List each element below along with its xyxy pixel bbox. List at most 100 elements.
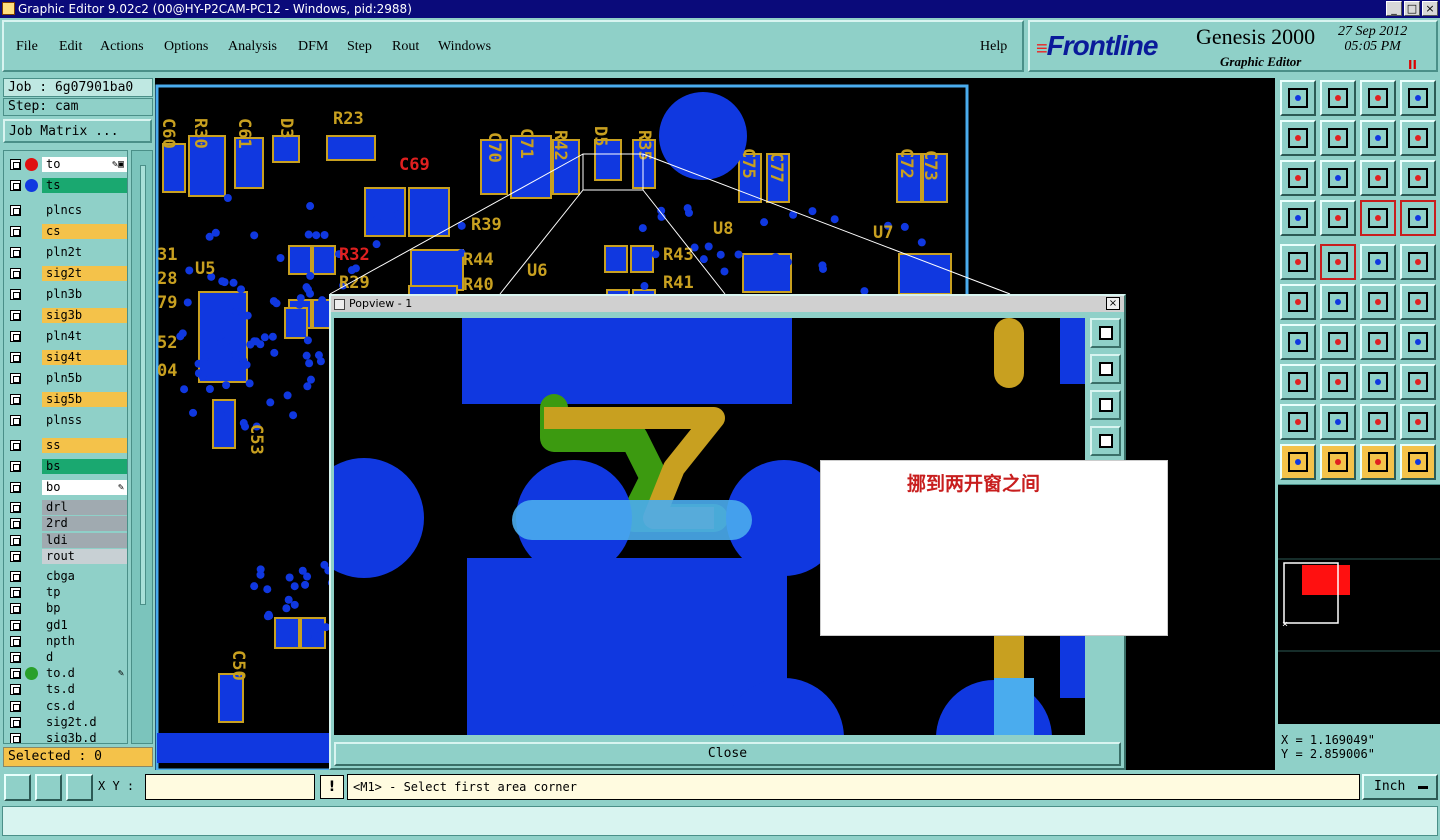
layer-name[interactable]: ss [42, 438, 127, 453]
layer-row-ts[interactable]: ts [8, 178, 127, 193]
grid-icon[interactable] [66, 774, 93, 801]
triangle-d-icon[interactable] [1400, 404, 1436, 440]
job-matrix-button[interactable]: Job Matrix ... [3, 119, 152, 143]
layer-name[interactable]: bs [42, 459, 127, 474]
house-icon[interactable] [1360, 80, 1396, 116]
layer-checkbox[interactable] [10, 180, 21, 191]
popview-home-icon[interactable] [1090, 354, 1121, 384]
layer-checkbox[interactable] [10, 716, 21, 728]
layer-name[interactable]: cbga [42, 569, 127, 584]
overview-map[interactable]: × [1278, 484, 1440, 724]
layer-name[interactable]: bo ✎ [42, 480, 127, 495]
triangle-a-icon[interactable] [1280, 404, 1316, 440]
layer-name[interactable]: npth [42, 633, 127, 649]
menu-dfm[interactable]: DFM [298, 39, 328, 55]
grid-toggle-icon[interactable] [1320, 200, 1356, 236]
layer-checkbox[interactable] [10, 415, 21, 426]
snap-right-icon[interactable] [1400, 200, 1436, 236]
snap-left-icon[interactable] [1360, 200, 1396, 236]
layer-checkbox[interactable] [10, 668, 21, 680]
layer-row-ss[interactable]: ss [8, 438, 127, 453]
connect-icon[interactable] [1400, 284, 1436, 320]
layer-checkbox[interactable] [10, 635, 21, 647]
layer-checkbox[interactable] [10, 373, 21, 384]
zoom-forward-icon[interactable] [1320, 120, 1356, 156]
layer-checkbox[interactable] [10, 289, 21, 300]
layer-name[interactable]: pln4t [42, 329, 127, 344]
layer-row-bo[interactable]: bo ✎ [8, 480, 127, 495]
layer-name[interactable]: ts [42, 178, 127, 193]
layer-name[interactable]: sig5b [42, 392, 127, 407]
layer-name[interactable]: pln2t [42, 245, 127, 260]
layer-row-2rd[interactable]: 2rd [8, 516, 127, 532]
layer-name[interactable]: plnss [42, 413, 127, 428]
layer-checkbox[interactable] [10, 700, 21, 712]
layer-checkbox[interactable] [10, 482, 21, 493]
one-to-two-icon[interactable] [1360, 160, 1396, 196]
layer-name[interactable]: sig3b.d [42, 731, 127, 743]
measure-tool-icon[interactable] [1280, 200, 1316, 236]
layer-row-ldi[interactable]: ldi [8, 532, 127, 548]
menu-windows[interactable]: Windows [438, 39, 491, 55]
layer-checkbox[interactable] [10, 268, 21, 279]
layer-color-dot-icon[interactable] [25, 179, 38, 192]
layer-row-to-d[interactable]: to.d ✎ [8, 666, 127, 682]
layer-checkbox[interactable] [10, 534, 21, 546]
layer-checkbox[interactable] [10, 684, 21, 696]
layer-name[interactable]: d [42, 650, 127, 665]
layer-row-drl[interactable]: drl [8, 500, 127, 516]
menu-options[interactable]: Options [164, 39, 208, 55]
layer-checkbox[interactable] [10, 159, 21, 170]
close-window-button[interactable]: × [1422, 1, 1438, 16]
layer-name[interactable]: pln5b [42, 371, 127, 386]
popview-fit-icon[interactable] [1090, 390, 1121, 420]
angle-icon[interactable] [1280, 324, 1316, 360]
layer-row-pln3b[interactable]: pln3b [8, 287, 127, 302]
layer-name[interactable]: sig2t [42, 266, 127, 281]
layer-row-to[interactable]: to ✎▣ [8, 157, 127, 172]
layer-color-dot-icon[interactable] [25, 667, 38, 681]
units-select[interactable]: Inch [1362, 774, 1438, 800]
layer-icon[interactable] [1280, 364, 1316, 400]
layer-checkbox[interactable] [10, 571, 21, 582]
layer-name[interactable]: ldi [42, 532, 127, 548]
layer-row-bp[interactable]: bp [8, 601, 127, 617]
window-icon[interactable] [1400, 80, 1436, 116]
layer-name[interactable]: sig3b [42, 308, 127, 323]
layer-row-cbga[interactable]: cbga [8, 569, 127, 584]
layer-checkbox[interactable] [10, 587, 21, 599]
menu-rout[interactable]: Rout [392, 39, 419, 55]
layer-row-sig3b-d[interactable]: sig3b.d [8, 731, 127, 743]
layer-name[interactable]: cs [42, 224, 127, 239]
layer-checkbox[interactable] [10, 310, 21, 321]
dimension-icon[interactable] [1360, 364, 1396, 400]
layer-name[interactable]: drl [42, 500, 127, 516]
layer-row-cs[interactable]: cs [8, 224, 127, 239]
layer-name[interactable]: cs.d [42, 698, 127, 714]
layer-row-ts-d[interactable]: ts.d [8, 682, 127, 698]
select-box-icon[interactable] [1320, 444, 1356, 480]
help-icon[interactable] [1400, 160, 1436, 196]
layer-name[interactable]: 2rd [42, 516, 127, 532]
layer-row-pln5b[interactable]: pln5b [8, 371, 127, 386]
snap-icon[interactable] [4, 774, 31, 801]
minimize-button[interactable]: _ [1386, 1, 1402, 16]
home-icon[interactable] [1280, 80, 1316, 116]
ruler-icon[interactable] [1360, 244, 1396, 280]
fit-icon[interactable] [1280, 160, 1316, 196]
menu-actions[interactable]: Actions [100, 39, 144, 55]
popview-title-bar[interactable]: Popview - 1 × [331, 296, 1124, 312]
refresh-icon[interactable] [1400, 120, 1436, 156]
layer-row-sig3b[interactable]: sig3b [8, 308, 127, 323]
text-icon[interactable] [1400, 324, 1436, 360]
save-view-icon[interactable] [1320, 80, 1356, 116]
layer-checkbox[interactable] [10, 461, 21, 472]
layer-row-gd1[interactable]: gd1 [8, 617, 127, 633]
command-bar[interactable] [2, 806, 1438, 836]
popview-pan-icon[interactable] [1090, 426, 1121, 456]
layer-row-plnss[interactable]: plnss [8, 413, 127, 428]
layer-name[interactable]: bp [42, 601, 127, 617]
layer-checkbox[interactable] [10, 733, 21, 743]
layer-checkbox[interactable] [10, 352, 21, 363]
layer-row-d[interactable]: d [8, 650, 127, 665]
